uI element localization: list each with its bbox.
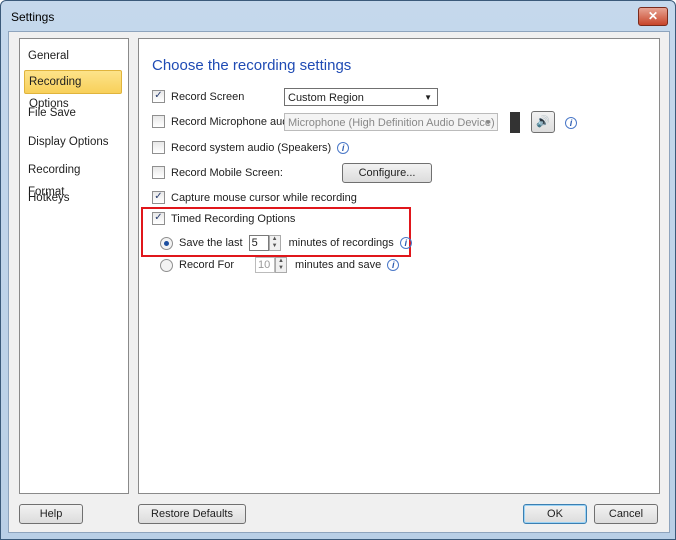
sidebar-item-file-save[interactable]: File Save	[24, 102, 120, 124]
configure-button[interactable]: Configure...	[342, 163, 432, 183]
record-for-input[interactable]: 10	[255, 257, 276, 273]
record-mic-checkbox[interactable]	[152, 115, 165, 128]
record-mobile-checkbox[interactable]	[152, 166, 165, 179]
close-button[interactable]: ✕	[638, 7, 668, 26]
dialog-body: General Recording Options File Save Disp…	[8, 31, 670, 533]
info-icon[interactable]: i	[337, 141, 350, 154]
speaker-button[interactable]: 🔊	[531, 111, 555, 133]
window-title: Settings	[11, 10, 55, 24]
info-icon[interactable]: i	[387, 259, 400, 271]
record-screen-dropdown[interactable]: Custom Region ▼	[284, 88, 438, 106]
record-for-suffix: minutes and save	[295, 259, 382, 271]
record-mobile-label: Record Mobile Screen:	[171, 166, 283, 179]
save-last-suffix: minutes of recordings	[288, 237, 394, 249]
capture-mouse-checkbox[interactable]: ✓	[152, 191, 165, 204]
microphone-value: Microphone (High Definition Audio Device…	[288, 117, 495, 129]
record-screen-checkbox[interactable]: ✓	[152, 90, 165, 103]
sidebar: General Recording Options File Save Disp…	[19, 38, 129, 494]
info-icon[interactable]: i	[399, 237, 412, 249]
help-button[interactable]: Help	[19, 504, 83, 524]
record-for-label: Record For	[179, 259, 235, 271]
record-system-audio-checkbox[interactable]	[152, 141, 165, 154]
record-for-spinner[interactable]: ▲ ▼	[275, 257, 288, 273]
sidebar-item-general[interactable]: General	[24, 45, 120, 67]
record-for-radio[interactable]	[160, 258, 173, 272]
ok-button[interactable]: OK	[523, 504, 587, 524]
record-mic-label: Record Microphone audio	[171, 115, 297, 128]
cancel-button[interactable]: Cancel	[594, 504, 658, 524]
microphone-dropdown[interactable]: Microphone (High Definition Audio Device…	[284, 113, 498, 131]
save-last-input[interactable]: 5	[248, 235, 269, 251]
timed-recording-checkbox[interactable]: ✓	[152, 212, 165, 225]
chevron-down-icon: ▼	[424, 93, 432, 102]
sidebar-item-hotkeys[interactable]: Hotkeys	[24, 187, 120, 209]
settings-window: Settings ✕ General Recording Options Fil…	[0, 0, 676, 540]
capture-mouse-label: Capture mouse cursor while recording	[171, 191, 357, 204]
record-screen-value: Custom Region	[288, 92, 364, 104]
restore-defaults-button[interactable]: Restore Defaults	[138, 504, 246, 524]
main-panel: Choose the recording settings ✓ Record Sc…	[138, 38, 660, 494]
info-icon[interactable]: i	[565, 117, 577, 129]
timed-recording-label: Timed Recording Options	[171, 212, 296, 225]
save-last-label: Save the last	[179, 237, 243, 249]
audio-level-meter	[510, 112, 520, 133]
save-last-spinner[interactable]: ▲ ▼	[268, 235, 281, 251]
speaker-icon: 🔊	[536, 116, 550, 128]
record-system-audio-label: Record system audio (Speakers)	[171, 141, 332, 154]
sidebar-item-recording-options[interactable]: Recording Options	[24, 70, 122, 110]
record-screen-label: Record Screen	[171, 90, 245, 103]
sidebar-item-display-options[interactable]: Display Options	[24, 131, 120, 153]
sidebar-item-recording-format[interactable]: Recording Format	[24, 159, 120, 198]
chevron-down-icon: ▼	[484, 118, 492, 127]
page-title: Choose the recording settings	[152, 57, 352, 74]
save-last-radio[interactable]	[160, 236, 173, 250]
